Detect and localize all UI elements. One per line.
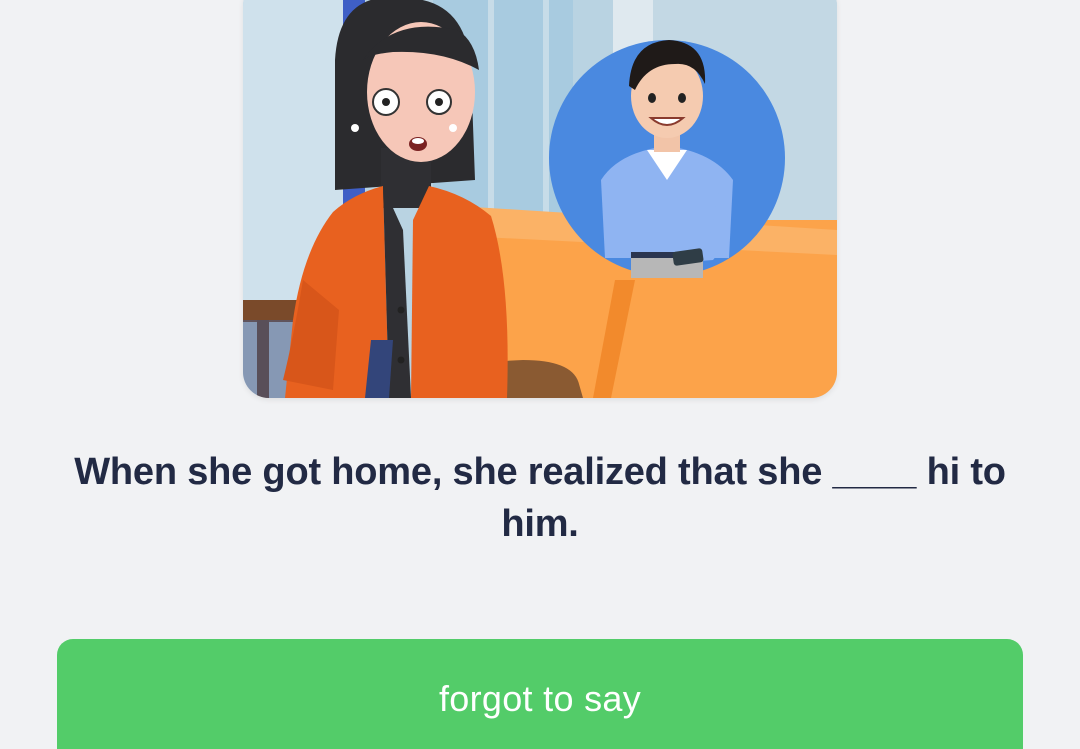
question-sentence: When she got home, she realized that she… (74, 451, 1006, 545)
answer-option-label: forgot to say (438, 678, 641, 719)
scene-illustration (243, 0, 837, 398)
exercise-screen: When she got home, she realized that she… (0, 0, 1080, 749)
answer-option-button[interactable]: forgot to say (57, 639, 1023, 749)
scene-woman-remembering-man-icon (243, 0, 837, 398)
